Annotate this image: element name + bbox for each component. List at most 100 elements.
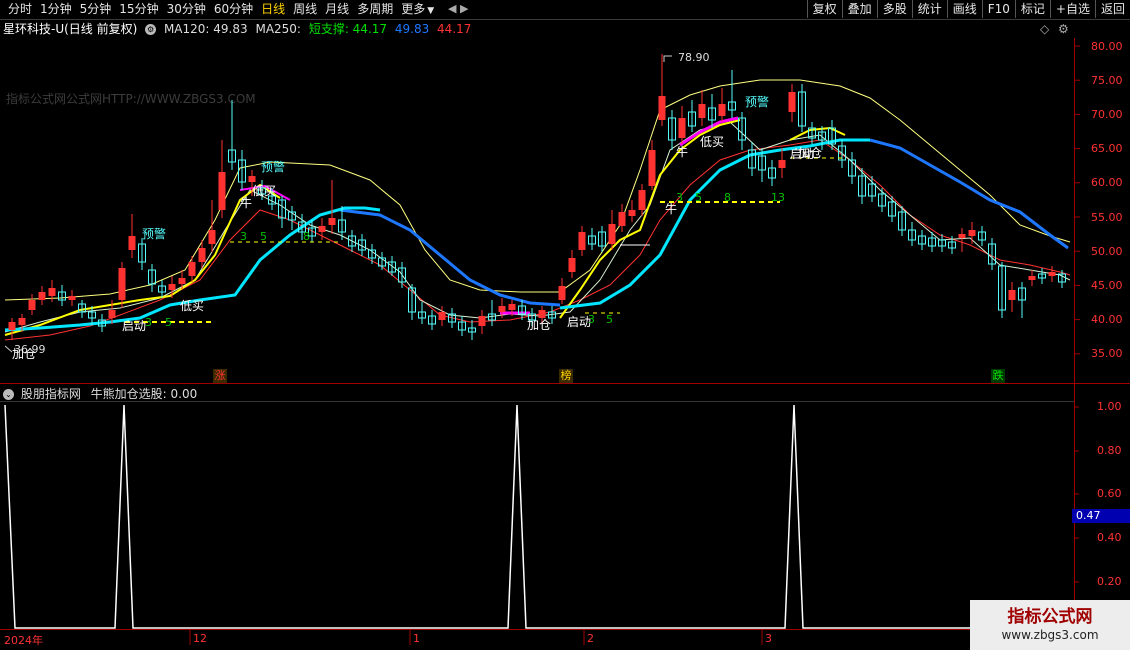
- candle-body: [388, 261, 396, 273]
- candle-body: [188, 262, 196, 276]
- y-tick-35: 35.00: [1091, 347, 1123, 360]
- candle-body: [28, 300, 36, 310]
- candle-body: [1018, 287, 1026, 301]
- ma-fast-line: [4, 183, 281, 336]
- multi-stock-button[interactable]: 多股: [876, 0, 912, 18]
- logo-line2: www.zbgs3.com: [1001, 628, 1099, 642]
- candle-body: [398, 267, 406, 283]
- candle-body: [208, 230, 216, 244]
- tab-30min[interactable]: 30分钟: [163, 2, 210, 19]
- time-label-12: 12: [193, 632, 207, 645]
- candle-body: [898, 211, 906, 231]
- logo-line1: 指标公式网: [1007, 607, 1093, 627]
- signal-start: 启动: [122, 319, 147, 333]
- signal-warning: 预警: [261, 160, 286, 174]
- candle-body: [598, 231, 606, 247]
- candle-body: [278, 199, 286, 219]
- main-info-bar: 星环科技-U(日线 前复权) ⚙ MA120: 49.83 MA250: 短支撑…: [0, 20, 1072, 38]
- add-watchlist-button[interactable]: +自选: [1049, 0, 1095, 18]
- nav-arrows-icon[interactable]: ◀ ▶: [448, 2, 468, 15]
- stock-title[interactable]: 星环科技-U(日线 前复权): [3, 22, 137, 36]
- count-label: 13: [771, 191, 785, 204]
- tab-multi-period[interactable]: 多周期: [353, 2, 397, 19]
- candle-body: [18, 318, 26, 325]
- candle-body: [888, 201, 896, 217]
- f10-button[interactable]: F10: [981, 0, 1015, 18]
- ma250-line: [339, 208, 561, 307]
- back-button[interactable]: 返回: [1094, 0, 1130, 18]
- signal-warning: 预警: [745, 95, 770, 109]
- tab-fenshi[interactable]: 分时: [4, 2, 36, 19]
- tab-15min[interactable]: 15分钟: [115, 2, 162, 19]
- candle-body: [558, 286, 566, 300]
- period-tabs: 分时 1分钟 5分钟 15分钟 30分钟 60分钟 日线 周线 月线 多周期 更…: [4, 2, 438, 19]
- chevron-down-icon: ▼: [427, 6, 435, 16]
- candle-body: [318, 226, 326, 232]
- candle-body: [948, 241, 956, 249]
- candle-body: [88, 311, 96, 319]
- candle-body: [48, 288, 56, 296]
- mark-button[interactable]: 标记: [1014, 0, 1050, 18]
- sub-y-tick-4: 0.40: [1097, 531, 1122, 544]
- tab-60min[interactable]: 60分钟: [210, 2, 257, 19]
- candle-body: [638, 190, 646, 210]
- event-marker-fall[interactable]: 跌: [991, 369, 1005, 383]
- candle-body: [58, 291, 66, 301]
- time-label-1: 1: [413, 632, 420, 645]
- ma120-line-2: [559, 138, 870, 310]
- candle-body: [878, 193, 886, 207]
- candle-body: [908, 229, 916, 241]
- tab-weekly[interactable]: 周线: [289, 2, 321, 19]
- candle-body: [1028, 276, 1036, 280]
- candle-body: [228, 149, 236, 163]
- settings-icon[interactable]: ⚙: [145, 24, 157, 35]
- candle-body: [288, 211, 296, 221]
- sub-settings-icon[interactable]: ⌄: [3, 389, 14, 400]
- site-logo: 指标公式网 www.zbgs3.com: [970, 600, 1130, 650]
- tab-5min[interactable]: 5分钟: [76, 2, 116, 19]
- count-label: 5: [695, 191, 702, 204]
- candle-body: [1038, 273, 1046, 279]
- count-label: 8: [724, 191, 731, 204]
- candle-body: [448, 313, 456, 323]
- candle-body: [1058, 273, 1066, 283]
- candle-body: [218, 172, 226, 210]
- tab-1min[interactable]: 1分钟: [36, 2, 76, 19]
- signal-add: 加仓: [527, 318, 552, 332]
- candle-body: [138, 243, 146, 263]
- candle-body: [768, 167, 776, 179]
- signal-start: 启动: [790, 147, 815, 161]
- signal-warning: 预警: [142, 227, 167, 241]
- candle-body: [428, 315, 436, 325]
- statistics-button[interactable]: 统计: [911, 0, 947, 18]
- event-marker-rise[interactable]: 涨: [213, 369, 227, 383]
- candle-body: [808, 127, 816, 139]
- overlay-button[interactable]: 叠加: [841, 0, 877, 18]
- count-label: 8: [303, 230, 310, 243]
- tab-more[interactable]: 更多 ▼: [397, 2, 438, 19]
- candle-body: [608, 224, 616, 244]
- tab-daily[interactable]: 日线: [257, 2, 289, 19]
- candle-body: [78, 303, 86, 313]
- sub-y-tick-5: 0.20: [1097, 575, 1122, 588]
- fuquan-button[interactable]: 复权: [806, 0, 842, 18]
- candle-body: [838, 145, 846, 161]
- draw-line-button[interactable]: 画线: [946, 0, 982, 18]
- candle-body: [358, 239, 366, 251]
- y-tick-75: 75.00: [1091, 74, 1123, 87]
- event-marker-list[interactable]: 榜: [559, 369, 573, 383]
- settings-icon[interactable]: ⚙: [1058, 22, 1069, 36]
- candle-body: [618, 212, 626, 226]
- signal-low-buy: 低买: [180, 299, 205, 313]
- candle-body: [488, 313, 496, 321]
- candle-body: [798, 91, 806, 127]
- candle-body: [708, 107, 716, 121]
- band-upper-line: [4, 79, 1071, 301]
- candle-body: [438, 312, 446, 320]
- sub-y-tick-1: 1.00: [1097, 400, 1122, 413]
- time-label-2024: 2024年: [4, 634, 43, 647]
- tab-monthly[interactable]: 月线: [321, 2, 353, 19]
- diamond-icon[interactable]: ◇: [1040, 22, 1049, 36]
- candle-body: [728, 101, 736, 111]
- sub-indicator-value: 牛熊加仓选股: 0.00: [90, 387, 198, 401]
